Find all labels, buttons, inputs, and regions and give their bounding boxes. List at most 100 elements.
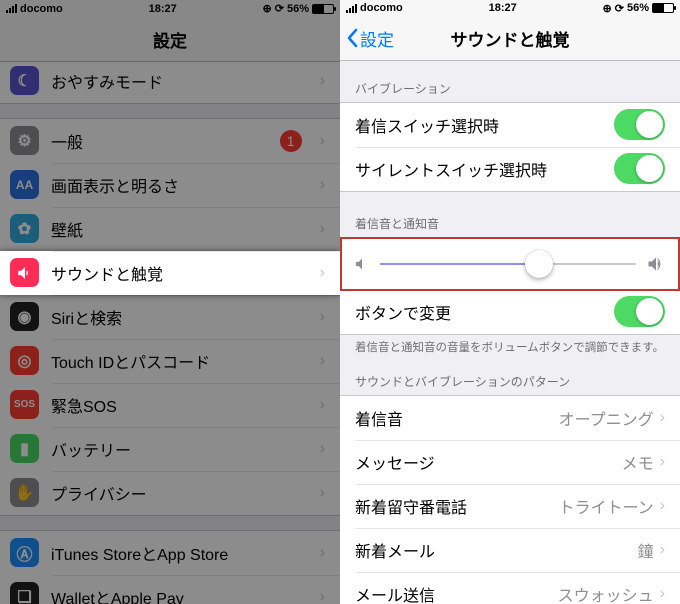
settings-root-pane: docomo 18:27 ⊕ ⟳ 56% 設定 ☾ おやすみモード › ⚙ 一般… [0,0,340,604]
sounds-haptics-pane: docomo 18:27 ⊕ ⟳ 56% 設定 サウンドと触覚 バイブレーション… [340,0,680,604]
row-label: サイレントスイッチ選択時 [355,157,614,181]
sounds-list[interactable]: バイブレーション 着信スイッチ選択時 サイレントスイッチ選択時 着信音と通知音 [340,61,680,604]
row-label: 壁紙 [51,217,308,241]
row-label: 緊急SOS [51,393,308,417]
slider-knob[interactable] [525,250,553,278]
toggle-change-with-buttons[interactable] [614,296,665,327]
row-label: Touch IDとパスコード [51,349,308,373]
row-do-not-disturb[interactable]: ☾ おやすみモード › [0,62,340,103]
row-label: 着信スイッチ選択時 [355,113,614,137]
appstore-icon: Ⓐ [10,538,39,567]
row-general[interactable]: ⚙ 一般 1 › [0,119,340,163]
siri-icon: ◉ [10,302,39,331]
row-change-with-buttons[interactable]: ボタンで変更 [340,290,680,334]
back-label: 設定 [360,26,394,51]
row-wallet[interactable]: ❏ WalletとApple Pay › [0,575,340,604]
row-privacy[interactable]: ✋ プライバシー › [0,471,340,515]
chevron-right-icon: › [660,497,665,515]
chevron-right-icon: › [320,484,325,502]
row-label: ボタンで変更 [355,300,614,324]
row-new-mail[interactable]: 新着メール 鐘 › [340,528,680,572]
row-label: メッセージ [355,450,622,474]
battery-icon [652,3,674,13]
carrier-label: docomo [20,3,63,15]
chevron-right-icon: › [660,453,665,471]
alarm-icon: ⊕ [603,2,612,15]
section-footer-change: 着信音と通知音の音量をボリュームボタンで調節できます。 [340,335,680,359]
row-display[interactable]: AA 画面表示と明るさ › [0,163,340,207]
chevron-right-icon: › [320,176,325,194]
moon-icon: ☾ [10,66,39,95]
wallet-icon: ❏ [10,582,39,604]
chevron-right-icon: › [320,396,325,414]
chevron-right-icon: › [320,440,325,458]
row-value: メモ [622,450,654,474]
row-siri[interactable]: ◉ Siriと検索 › [0,295,340,339]
row-touchid[interactable]: ◎ Touch IDとパスコード › [0,339,340,383]
row-label: プライバシー [51,481,308,505]
row-wallpaper[interactable]: ✿ 壁紙 › [0,207,340,251]
battery-cell-icon: ▮ [10,434,39,463]
chevron-right-icon: › [320,220,325,238]
row-label: iTunes StoreとApp Store [51,541,308,565]
page-title: サウンドと触覚 [451,26,570,51]
ringer-volume-row [340,237,680,291]
speaker-icon [10,258,39,287]
badge: 1 [280,130,302,152]
row-label: 一般 [51,129,268,153]
row-label: メール送信 [355,582,558,604]
row-label: おやすみモード [51,69,308,93]
row-vibrate-on-ring[interactable]: 着信スイッチ選択時 [340,103,680,147]
nav-bar: 設定 サウンドと触覚 [340,17,680,61]
row-value: スウォッシュ [558,582,654,604]
fingerprint-icon: ◎ [10,346,39,375]
battery-icon [312,4,334,14]
speaker-low-icon [354,256,370,272]
section-header-ringer: 着信音と通知音 [340,210,680,237]
row-label: 新着メール [355,538,638,562]
sos-icon: SOS [10,390,39,419]
chevron-right-icon: › [320,132,325,150]
page-title: 設定 [153,27,187,52]
row-label: 新着留守番電話 [355,494,558,518]
row-voicemail[interactable]: 新着留守番電話 トライトーン › [340,484,680,528]
row-vibrate-on-silent[interactable]: サイレントスイッチ選択時 [340,147,680,191]
row-ringtone[interactable]: 着信音 オープニング › [340,396,680,440]
signal-icon [346,4,357,13]
carrier-label: docomo [360,2,403,14]
chevron-right-icon: › [320,308,325,326]
status-time: 18:27 [489,2,517,14]
nav-bar: 設定 [0,18,340,62]
row-label: 画面表示と明るさ [51,173,308,197]
chevron-right-icon: › [320,588,325,604]
row-label: WalletとApple Pay [51,585,308,604]
signal-icon [6,4,17,13]
row-sos[interactable]: SOS 緊急SOS › [0,383,340,427]
status-bar: docomo 18:27 ⊕ ⟳ 56% [340,0,680,17]
gear-icon: ⚙ [10,126,39,155]
settings-list[interactable]: ☾ おやすみモード › ⚙ 一般 1 › AA 画面表示と明るさ › ✿ 壁紙 … [0,62,340,604]
chevron-right-icon: › [320,72,325,90]
orientation-lock-icon: ⟳ [275,2,284,15]
row-battery[interactable]: ▮ バッテリー › [0,427,340,471]
chevron-right-icon: › [320,352,325,370]
row-itunes[interactable]: Ⓐ iTunes StoreとApp Store › [0,531,340,575]
row-text-tone[interactable]: メッセージ メモ › [340,440,680,484]
text-size-icon: AA [10,170,39,199]
row-label: サウンドと触覚 [51,261,308,285]
status-time: 18:27 [149,3,177,15]
back-button[interactable]: 設定 [346,26,394,51]
section-header-vibration: バイブレーション [340,75,680,102]
toggle-vibrate-silent[interactable] [614,153,665,184]
chevron-right-icon: › [320,264,325,282]
battery-pct: 56% [627,2,649,14]
ringer-volume-slider[interactable] [380,263,636,265]
row-sent-mail[interactable]: メール送信 スウォッシュ › [340,572,680,604]
row-label: バッテリー [51,437,308,461]
speaker-high-icon [646,254,666,274]
chevron-right-icon: › [320,544,325,562]
row-sounds[interactable]: サウンドと触覚 › [0,251,340,295]
toggle-vibrate-ring[interactable] [614,109,665,140]
row-label: 着信音 [355,406,559,430]
row-value: オープニング [559,406,654,430]
